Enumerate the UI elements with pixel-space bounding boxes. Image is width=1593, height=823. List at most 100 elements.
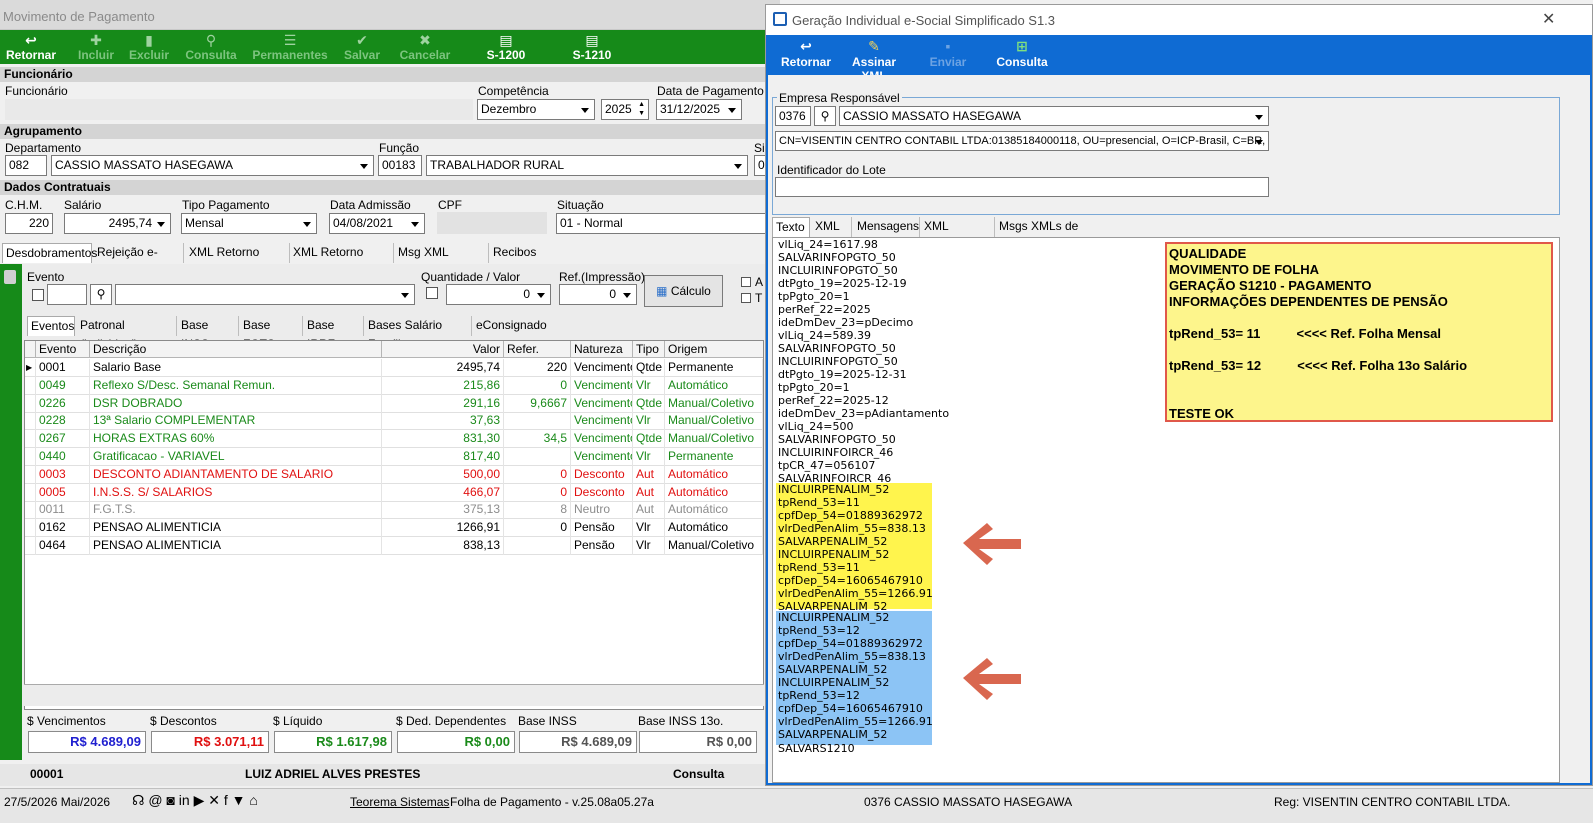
funcionario-field[interactable]	[5, 99, 473, 120]
tab-xml-retorno-1210[interactable]: XML Retorno (1210)	[290, 243, 394, 278]
filter-icon[interactable]: ▼	[232, 792, 246, 808]
table-row[interactable]: 0267 HORAS EXTRAS 60% 831,30 34,5 Vencimento…	[25, 430, 763, 449]
data-pagamento-field[interactable]: 31/12/2025	[656, 99, 742, 120]
table-row[interactable]: 0440 Gratificacao - VARIAVEL 817,40 Vencime…	[25, 448, 763, 466]
competencia-ano-spinner[interactable]: 2025 ▲ ▼	[601, 99, 649, 120]
evento-code-field[interactable]	[47, 284, 87, 305]
grid-header-descricao[interactable]: Descrição	[90, 341, 382, 358]
tab-xml[interactable]: XML	[812, 217, 852, 237]
chm-field[interactable]: 220	[5, 213, 53, 234]
tab-rejeicao[interactable]: Rejeição e-Social	[94, 243, 184, 278]
ref-impressao-field[interactable]: 0	[559, 284, 637, 305]
table-row[interactable]: 0464 PENSAO ALIMENTICIA 838,13 Pensão Vlr Man…	[25, 537, 763, 555]
cell-ref: 0	[504, 483, 571, 502]
youtube-icon[interactable]: ▶	[194, 792, 205, 808]
table-row[interactable]: 0226 DSR DOBRADO 291,16 9,6667 Vencimento Qtd…	[25, 394, 763, 413]
teorema-link[interactable]: Teorema Sistemas	[350, 795, 449, 809]
close-icon[interactable]: ✕	[1542, 9, 1555, 29]
departamento-label: Departamento	[5, 141, 82, 155]
cell-valor: 831,30	[382, 430, 504, 449]
quantidade-valor-field[interactable]: 0	[446, 284, 551, 305]
calculo-button[interactable]: ▦ Cálculo	[644, 275, 723, 307]
retornar-button[interactable]: ↩ Retornar	[6, 32, 56, 62]
grid-scroll-area[interactable]	[24, 684, 764, 706]
lote-field[interactable]	[775, 177, 1269, 197]
footer-mode: Consulta	[673, 767, 725, 781]
evento-search-button[interactable]: ⚲	[90, 284, 112, 305]
dialog-retornar-button[interactable]: ↩ Retornar	[776, 37, 836, 69]
grid-header-tipo[interactable]: Tipo	[633, 341, 665, 358]
certificado-select[interactable]: CN=VISENTIN CENTRO CONTABIL LTDA:0138518…	[775, 131, 1269, 151]
subtab-base-fgts[interactable]: Base FGTS	[240, 316, 303, 351]
quantidade-checkbox[interactable]	[426, 287, 438, 299]
cell-desc: Salario Base	[90, 359, 382, 377]
table-row[interactable]: 0003 DESCONTO ADIANTAMENTO DE SALARIO 500,…	[25, 465, 763, 484]
competencia-mes-select[interactable]: Dezembro	[477, 99, 595, 120]
evento-select[interactable]	[115, 284, 415, 305]
t-checkbox[interactable]	[741, 293, 751, 303]
tab-xml-retorno[interactable]: XML Retorno	[921, 217, 995, 252]
cpf-field[interactable]	[437, 212, 547, 234]
at-icon[interactable]: @	[148, 792, 162, 808]
spinner-arrows-icon[interactable]: ▲ ▼	[638, 100, 645, 118]
tab-msgs-xmls-retorno[interactable]: Msgs XMLs de Retorno	[996, 217, 1114, 252]
instagram-icon[interactable]: ◙	[166, 792, 174, 808]
table-row[interactable]: 0011 F.G.T.S. 375,13 8 Neutro Aut Automático	[25, 501, 763, 520]
funcao-code-field[interactable]: 00183	[378, 155, 422, 176]
salario-field[interactable]: 2495,74	[64, 213, 171, 234]
a-checkbox[interactable]	[741, 277, 751, 287]
permanentes-button[interactable]: ☰ Permanentes	[250, 32, 330, 62]
excluir-button[interactable]: ▮ Excluir	[126, 32, 172, 62]
tab-msg-xml-retorno[interactable]: Msg XML Retorno	[395, 243, 489, 278]
incluir-button[interactable]: ✚ Incluir	[72, 32, 120, 62]
tab-texto[interactable]: Texto	[772, 217, 810, 237]
subtab-bases-salario-familia[interactable]: Bases Salário Família	[365, 316, 472, 351]
subtab-patronal[interactable]: Patronal (individual)	[77, 316, 177, 351]
school-icon[interactable]: ⌂	[249, 792, 257, 808]
grid-header-evento[interactable]: Evento	[36, 341, 90, 358]
grid-header-valor[interactable]: Valor	[382, 341, 504, 358]
table-row[interactable]: 0049 Reflexo S/Desc. Semanal Remun. 215,86…	[25, 376, 763, 395]
tab-xml-retorno-1200[interactable]: XML Retorno (1200)	[186, 243, 290, 278]
grid-header-refer[interactable]: Refer.	[504, 341, 571, 358]
tipo-pagamento-select[interactable]: Mensal	[181, 213, 317, 234]
grid-header-origem[interactable]: Origem	[665, 341, 763, 358]
s1210-button[interactable]: ▤ S-1210	[570, 32, 614, 62]
grid-header-natureza[interactable]: Natureza	[571, 341, 633, 358]
data-admissao-field[interactable]: 04/08/2021	[329, 213, 425, 234]
s1200-button[interactable]: ▤ S-1200	[484, 32, 528, 62]
subtab-eventos[interactable]: Eventos	[27, 316, 75, 336]
empresa-code-field[interactable]: 0376	[775, 106, 811, 126]
tab-mensagens[interactable]: Mensagens	[854, 217, 920, 237]
texto-log-panel[interactable]: vlLiq_24=1617.98 SALVARINFOPGTO_50 INCLU…	[772, 237, 1560, 783]
cell-valor: 291,16	[382, 394, 504, 413]
departamento-code-field[interactable]: 082	[5, 155, 47, 176]
tab-desdobramentos[interactable]: Desdobramentos	[2, 243, 97, 263]
subtab-econsignado[interactable]: eConsignado	[473, 316, 553, 336]
cell-orig: Permanente	[665, 359, 763, 377]
enviar-button[interactable]: ▪ Enviar	[928, 37, 968, 69]
situacao-field[interactable]: 01 - Normal	[556, 213, 766, 234]
linkedin-icon[interactable]: in	[179, 792, 190, 808]
evento-checkbox[interactable]	[32, 289, 44, 301]
table-row[interactable]: ▶ 0001 Salario Base 2495,74 220 Vencimento Qtd…	[25, 359, 763, 377]
funcao-select[interactable]: TRABALHADOR RURAL	[426, 155, 748, 176]
document-icon: ▤	[499, 32, 513, 48]
tab-recibos[interactable]: Recibos	[490, 243, 538, 263]
subtab-base-inss[interactable]: Base INSS	[178, 316, 239, 351]
empresa-search-button[interactable]: ⚲	[814, 106, 836, 126]
departamento-select[interactable]: CASSIO MASSATO HASEGAWA	[51, 155, 374, 176]
consulta-button[interactable]: ⚲ Consulta	[184, 32, 238, 62]
x-icon[interactable]: ✕	[208, 792, 220, 808]
cancelar-button[interactable]: ✖ Cancelar	[398, 32, 452, 62]
table-row[interactable]: 0162 PENSAO ALIMENTICIA 1266,91 0 Pensão Vlr A…	[25, 519, 763, 538]
facebook-icon[interactable]: f	[224, 792, 228, 808]
table-row[interactable]: 0228 13ª Salario COMPLEMENTAR 37,63 Vencime…	[25, 412, 763, 431]
subtab-base-irrf[interactable]: Base IRRF	[304, 316, 364, 351]
dialog-consulta-button[interactable]: ⊞ Consulta	[994, 37, 1050, 69]
cell-desc: Reflexo S/Desc. Semanal Remun.	[90, 376, 382, 395]
table-row[interactable]: 0005 I.N.S.S. S/ SALARIOS 466,07 0 Desconto A…	[25, 483, 763, 502]
empresa-select[interactable]: CASSIO MASSATO HASEGAWA	[839, 106, 1269, 126]
headset-icon[interactable]: ☊	[132, 792, 144, 808]
salvar-button[interactable]: ✔ Salvar	[342, 32, 382, 62]
